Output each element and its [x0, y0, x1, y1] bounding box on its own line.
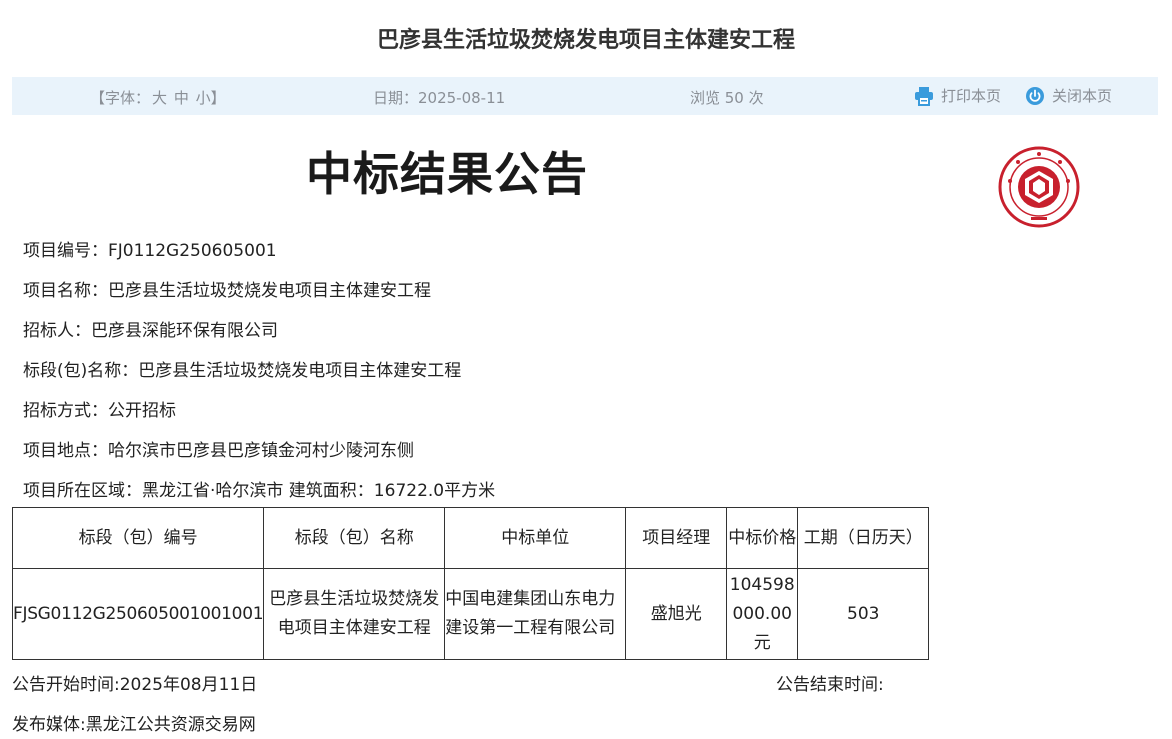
project-region-area: 项目所在区域：黑龙江省·哈尔滨市 建筑面积：16722.0平方米 [23, 481, 496, 501]
header-cell: 中标单位 [444, 507, 627, 569]
tender-method: 招标方式：公开招标 [23, 401, 176, 421]
winning-bidder-cell: 中国电建集团山东电力建设第一工程有限公司 [444, 568, 627, 660]
font-label-open: 【字体： [90, 89, 151, 107]
power-icon [1026, 86, 1044, 105]
header-cell: 项目经理 [625, 507, 728, 569]
close-button[interactable]: 关闭本页 [1025, 85, 1112, 106]
winning-price-cell: 104598000.00元 [726, 568, 799, 660]
table-row: FJSG0112G250605001001001 巴彦县生活垃圾焚烧发电项目主体… [11, 568, 930, 660]
notice-start-time: 公告开始时间:2025年08月11日 [12, 675, 258, 695]
section-name-cell: 巴彦县生活垃圾焚烧发电项目主体建安工程 [263, 568, 446, 660]
header-cell: 标段（包）名称 [263, 507, 446, 569]
tenderer: 招标人：巴彦县深能环保有限公司 [23, 321, 278, 341]
publish-media: 发布媒体:黑龙江公共资源交易网 [12, 715, 256, 735]
view-count: 浏览 50 次 [690, 89, 764, 107]
notice-heading: 中标结果公告 [306, 147, 588, 201]
page-title: 巴彦县生活垃圾焚烧发电项目主体建安工程 [376, 28, 795, 53]
header-cell: 标段（包）编号 [11, 507, 265, 569]
printer-icon [915, 86, 933, 106]
font-small-button[interactable]: 小 [196, 89, 211, 107]
project-name: 项目名称：巴彦县生活垃圾焚烧发电项目主体建安工程 [23, 281, 431, 301]
publish-date: 日期：2025-08-11 [373, 89, 506, 107]
font-size-control: 【字体：大 中 小】 [90, 87, 226, 108]
project-location: 项目地点：哈尔滨市巴彦县巴彦镇金河村少陵河东侧 [23, 441, 414, 461]
font-label-close: 】 [210, 89, 226, 107]
font-large-button[interactable]: 大 [152, 89, 167, 107]
result-table: 标段（包）编号 标段（包）名称 中标单位 项目经理 中标价格 工期（日历天） F… [11, 507, 930, 660]
header-cell: 工期（日历天） [797, 507, 930, 569]
project-number: 项目编号：FJ0112G250605001 [23, 241, 277, 261]
print-label: 打印本页 [941, 87, 1002, 105]
print-button[interactable]: 打印本页 [914, 85, 1001, 106]
close-label: 关闭本页 [1052, 87, 1113, 105]
section-code-cell: FJSG0112G250605001001001 [11, 568, 265, 660]
organization-seal-image [998, 146, 1080, 228]
header-cell: 中标价格 [726, 507, 799, 569]
toolbar: 【字体：大 中 小】 日期：2025-08-11 浏览 50 次 打印本页 关闭… [12, 77, 1158, 115]
page: 巴彦县生活垃圾焚烧发电项目主体建安工程 【字体：大 中 小】 日期：2025-0… [0, 0, 1172, 739]
notice-end-time: 公告结束时间: [776, 675, 884, 695]
duration-cell: 503 [797, 568, 930, 660]
table-header-row: 标段（包）编号 标段（包）名称 中标单位 项目经理 中标价格 工期（日历天） [11, 507, 930, 569]
project-manager-cell: 盛旭光 [625, 568, 728, 660]
font-medium-button[interactable]: 中 [174, 89, 189, 107]
section-name: 标段(包)名称：巴彦县生活垃圾焚烧发电项目主体建安工程 [23, 361, 462, 381]
